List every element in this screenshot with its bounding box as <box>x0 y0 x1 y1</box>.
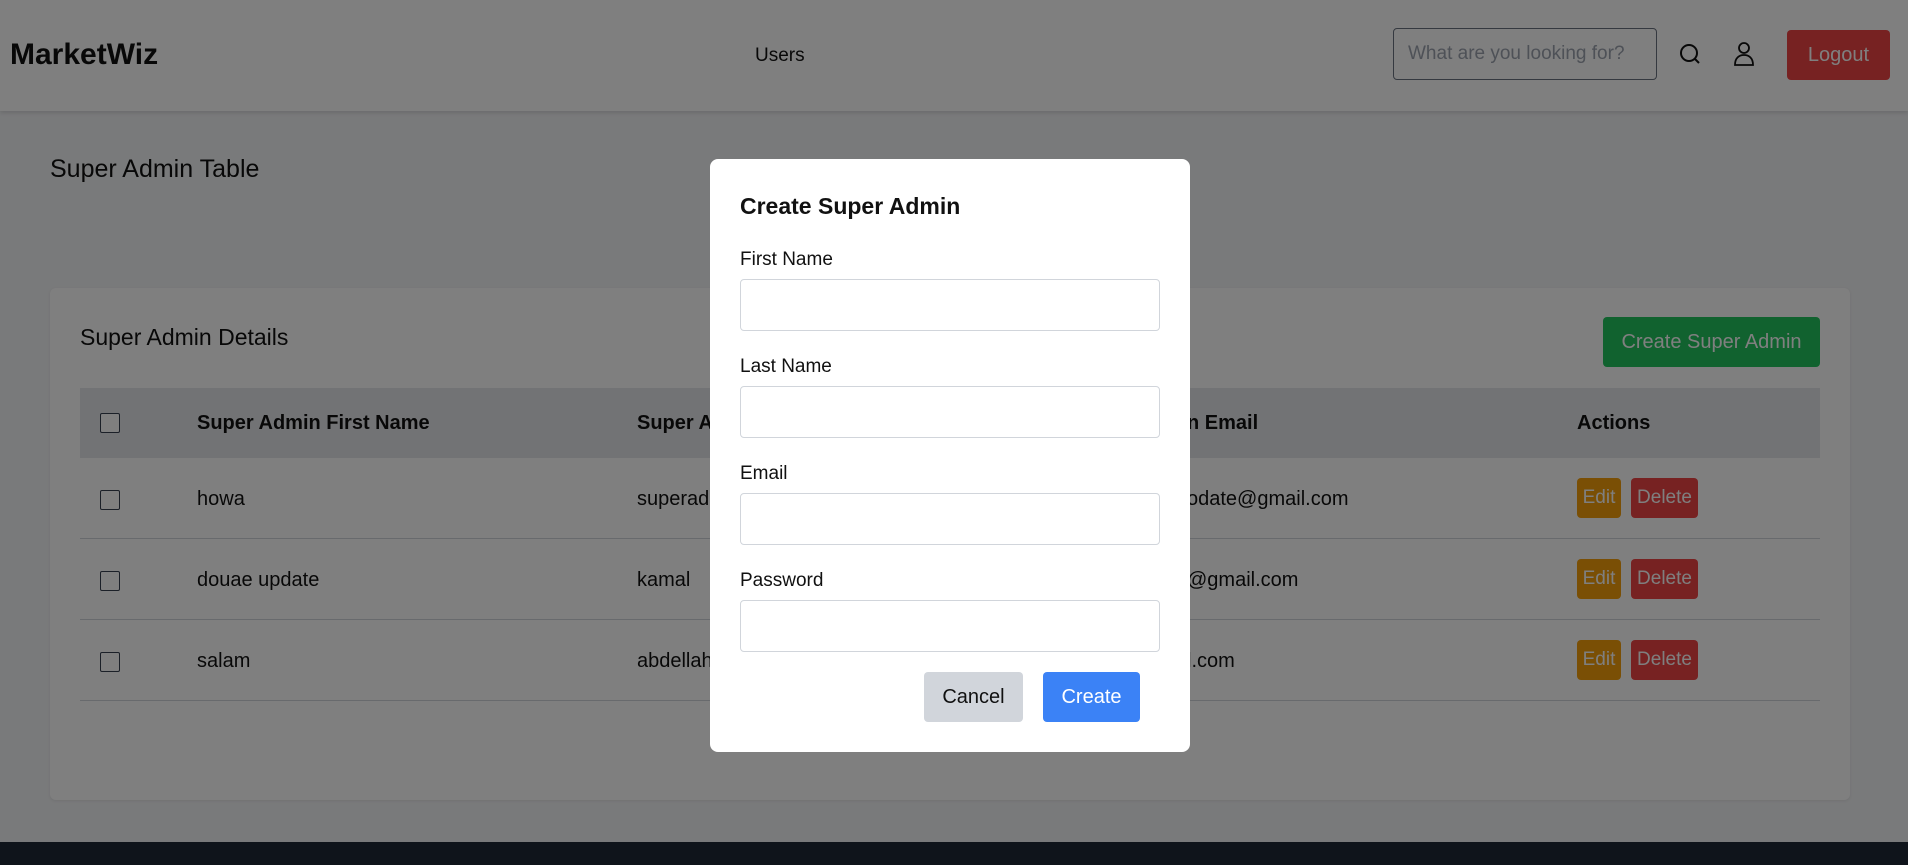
create-button[interactable]: Create <box>1043 672 1140 722</box>
last-name-field[interactable] <box>740 386 1160 438</box>
cancel-button[interactable]: Cancel <box>924 672 1023 722</box>
create-super-admin-modal: Create Super Admin First Name Last Name … <box>710 159 1190 752</box>
password-field[interactable] <box>740 600 1160 652</box>
first-name-field[interactable] <box>740 279 1160 331</box>
password-label: Password <box>740 570 824 591</box>
last-name-label: Last Name <box>740 356 832 377</box>
modal-title: Create Super Admin <box>740 193 961 219</box>
first-name-label: First Name <box>740 249 833 270</box>
email-label: Email <box>740 463 788 484</box>
email-field[interactable] <box>740 493 1160 545</box>
